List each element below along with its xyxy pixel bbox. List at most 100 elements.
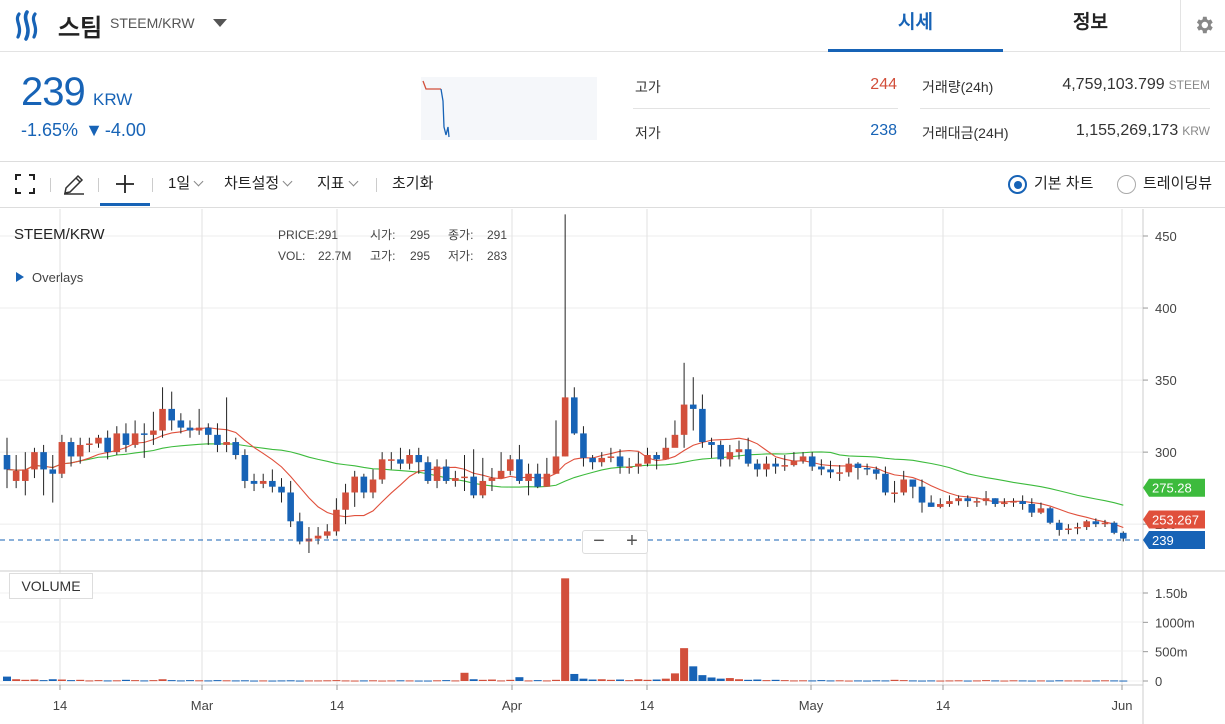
volume-bar <box>222 680 231 682</box>
basic-chart-radio[interactable] <box>1008 175 1027 194</box>
volume-bar <box>1055 680 1064 682</box>
indicators-label: 지표 <box>317 175 345 192</box>
tradingview-label[interactable]: 트레이딩뷰 <box>1143 162 1212 206</box>
volume-bar <box>625 680 634 682</box>
volume-bar <box>524 680 533 682</box>
coin-dropdown-button[interactable] <box>210 15 230 31</box>
fullscreen-icon <box>15 174 35 194</box>
candle-body <box>159 408 166 431</box>
candle-body <box>891 492 898 494</box>
price-unit: KRW <box>93 90 133 109</box>
volume-bar <box>213 680 222 682</box>
volume-bar <box>323 680 332 682</box>
candle-body <box>131 433 139 445</box>
candle-body <box>854 463 862 468</box>
volume-bar <box>478 679 487 681</box>
volume-bar <box>597 679 606 681</box>
zoom-out-button[interactable]: − <box>583 531 615 553</box>
candle-body <box>1074 527 1081 529</box>
x-tick-label: Apr <box>502 698 523 713</box>
candle-body <box>863 467 871 470</box>
volume-bar <box>1091 680 1100 682</box>
volume-bar <box>661 678 670 681</box>
basic-chart-label[interactable]: 기본 차트 <box>1034 162 1093 206</box>
candle-body <box>397 459 404 464</box>
interval-select[interactable]: 1일 <box>168 162 204 206</box>
candle-body <box>772 463 779 467</box>
candle-body <box>86 443 93 445</box>
indicators-menu[interactable]: 지표 <box>317 162 359 206</box>
candle-body <box>516 459 523 481</box>
volume-bar <box>1073 680 1082 682</box>
separator <box>376 178 377 192</box>
x-tick-label: 14 <box>936 698 950 713</box>
x-tick-label: 14 <box>53 698 67 713</box>
x-tick-label: Mar <box>191 698 214 713</box>
volume-bar <box>634 679 643 681</box>
volume-bar <box>112 680 121 682</box>
candle-body <box>150 430 157 435</box>
candle-body <box>781 465 789 467</box>
tab-price[interactable]: 시세 <box>828 0 1003 52</box>
candle-body <box>818 466 825 470</box>
volume-bar <box>1119 680 1128 682</box>
candle-body <box>909 479 917 487</box>
candle-body <box>470 476 477 496</box>
candle-body <box>424 462 432 481</box>
candle-body <box>506 459 514 471</box>
candle-body <box>122 433 130 445</box>
volume-bar <box>945 680 954 682</box>
coin-name: 스팀 <box>58 15 103 42</box>
y-tick-label: 450 <box>1155 229 1177 244</box>
fullscreen-button[interactable] <box>14 162 38 206</box>
volume-bar <box>1082 680 1091 682</box>
volume-bar <box>131 680 140 682</box>
volume-bar <box>808 680 817 682</box>
candle-body <box>534 473 541 487</box>
candle-body <box>763 463 770 470</box>
candle-body <box>1055 522 1063 530</box>
volume-bar <box>259 680 268 682</box>
change-percent: -1.65% <box>21 120 79 140</box>
volume-bar <box>918 680 926 682</box>
volume-bar <box>707 677 716 681</box>
volume-bar <box>680 648 689 681</box>
chart-settings-menu[interactable]: 차트설정 <box>224 162 293 206</box>
settings-button[interactable] <box>1180 0 1225 52</box>
ohlc-low-label: 저가: <box>448 249 474 263</box>
zoom-in-button[interactable]: + <box>616 531 648 553</box>
candlestick-chart[interactable]: 2503003504004500500m1000m1.50b14Mar14Apr… <box>0 209 1225 724</box>
draw-button[interactable] <box>62 162 88 206</box>
volume-bar <box>423 680 432 682</box>
volume-bar <box>451 680 460 682</box>
crosshair-button[interactable] <box>100 162 150 206</box>
candle-body <box>543 473 551 487</box>
tradingview-radio[interactable] <box>1117 175 1136 194</box>
chart-settings-label: 차트설정 <box>224 175 280 192</box>
volume-bar <box>890 679 899 681</box>
candle-body <box>140 433 148 435</box>
high-label: 고가 <box>635 79 661 95</box>
divider <box>920 108 1210 109</box>
overlays-toggle[interactable]: Overlays <box>16 270 83 285</box>
reset-button[interactable]: 초기화 <box>392 162 433 206</box>
candle-body <box>104 437 111 453</box>
volume-bar <box>405 680 414 682</box>
volume-bar <box>643 679 652 681</box>
candle-body <box>918 486 926 503</box>
ohlc-open-label: 시가: <box>370 228 396 242</box>
tab-info[interactable]: 정보 <box>1003 0 1178 52</box>
separator <box>98 178 99 192</box>
volume-bar <box>753 679 762 681</box>
candle-body <box>369 479 377 493</box>
volume-bar <box>442 680 451 682</box>
volume-bar <box>149 680 158 682</box>
candle-body <box>616 456 624 467</box>
candle-body <box>680 404 688 435</box>
candle-body <box>882 473 889 493</box>
x-tick-label: May <box>799 698 824 713</box>
chart-canvas[interactable]: 2503003504004500500m1000m1.50b14Mar14Apr… <box>0 209 1225 724</box>
candle-body <box>744 449 752 464</box>
candle-body <box>76 444 84 457</box>
candle-body <box>1046 508 1054 523</box>
